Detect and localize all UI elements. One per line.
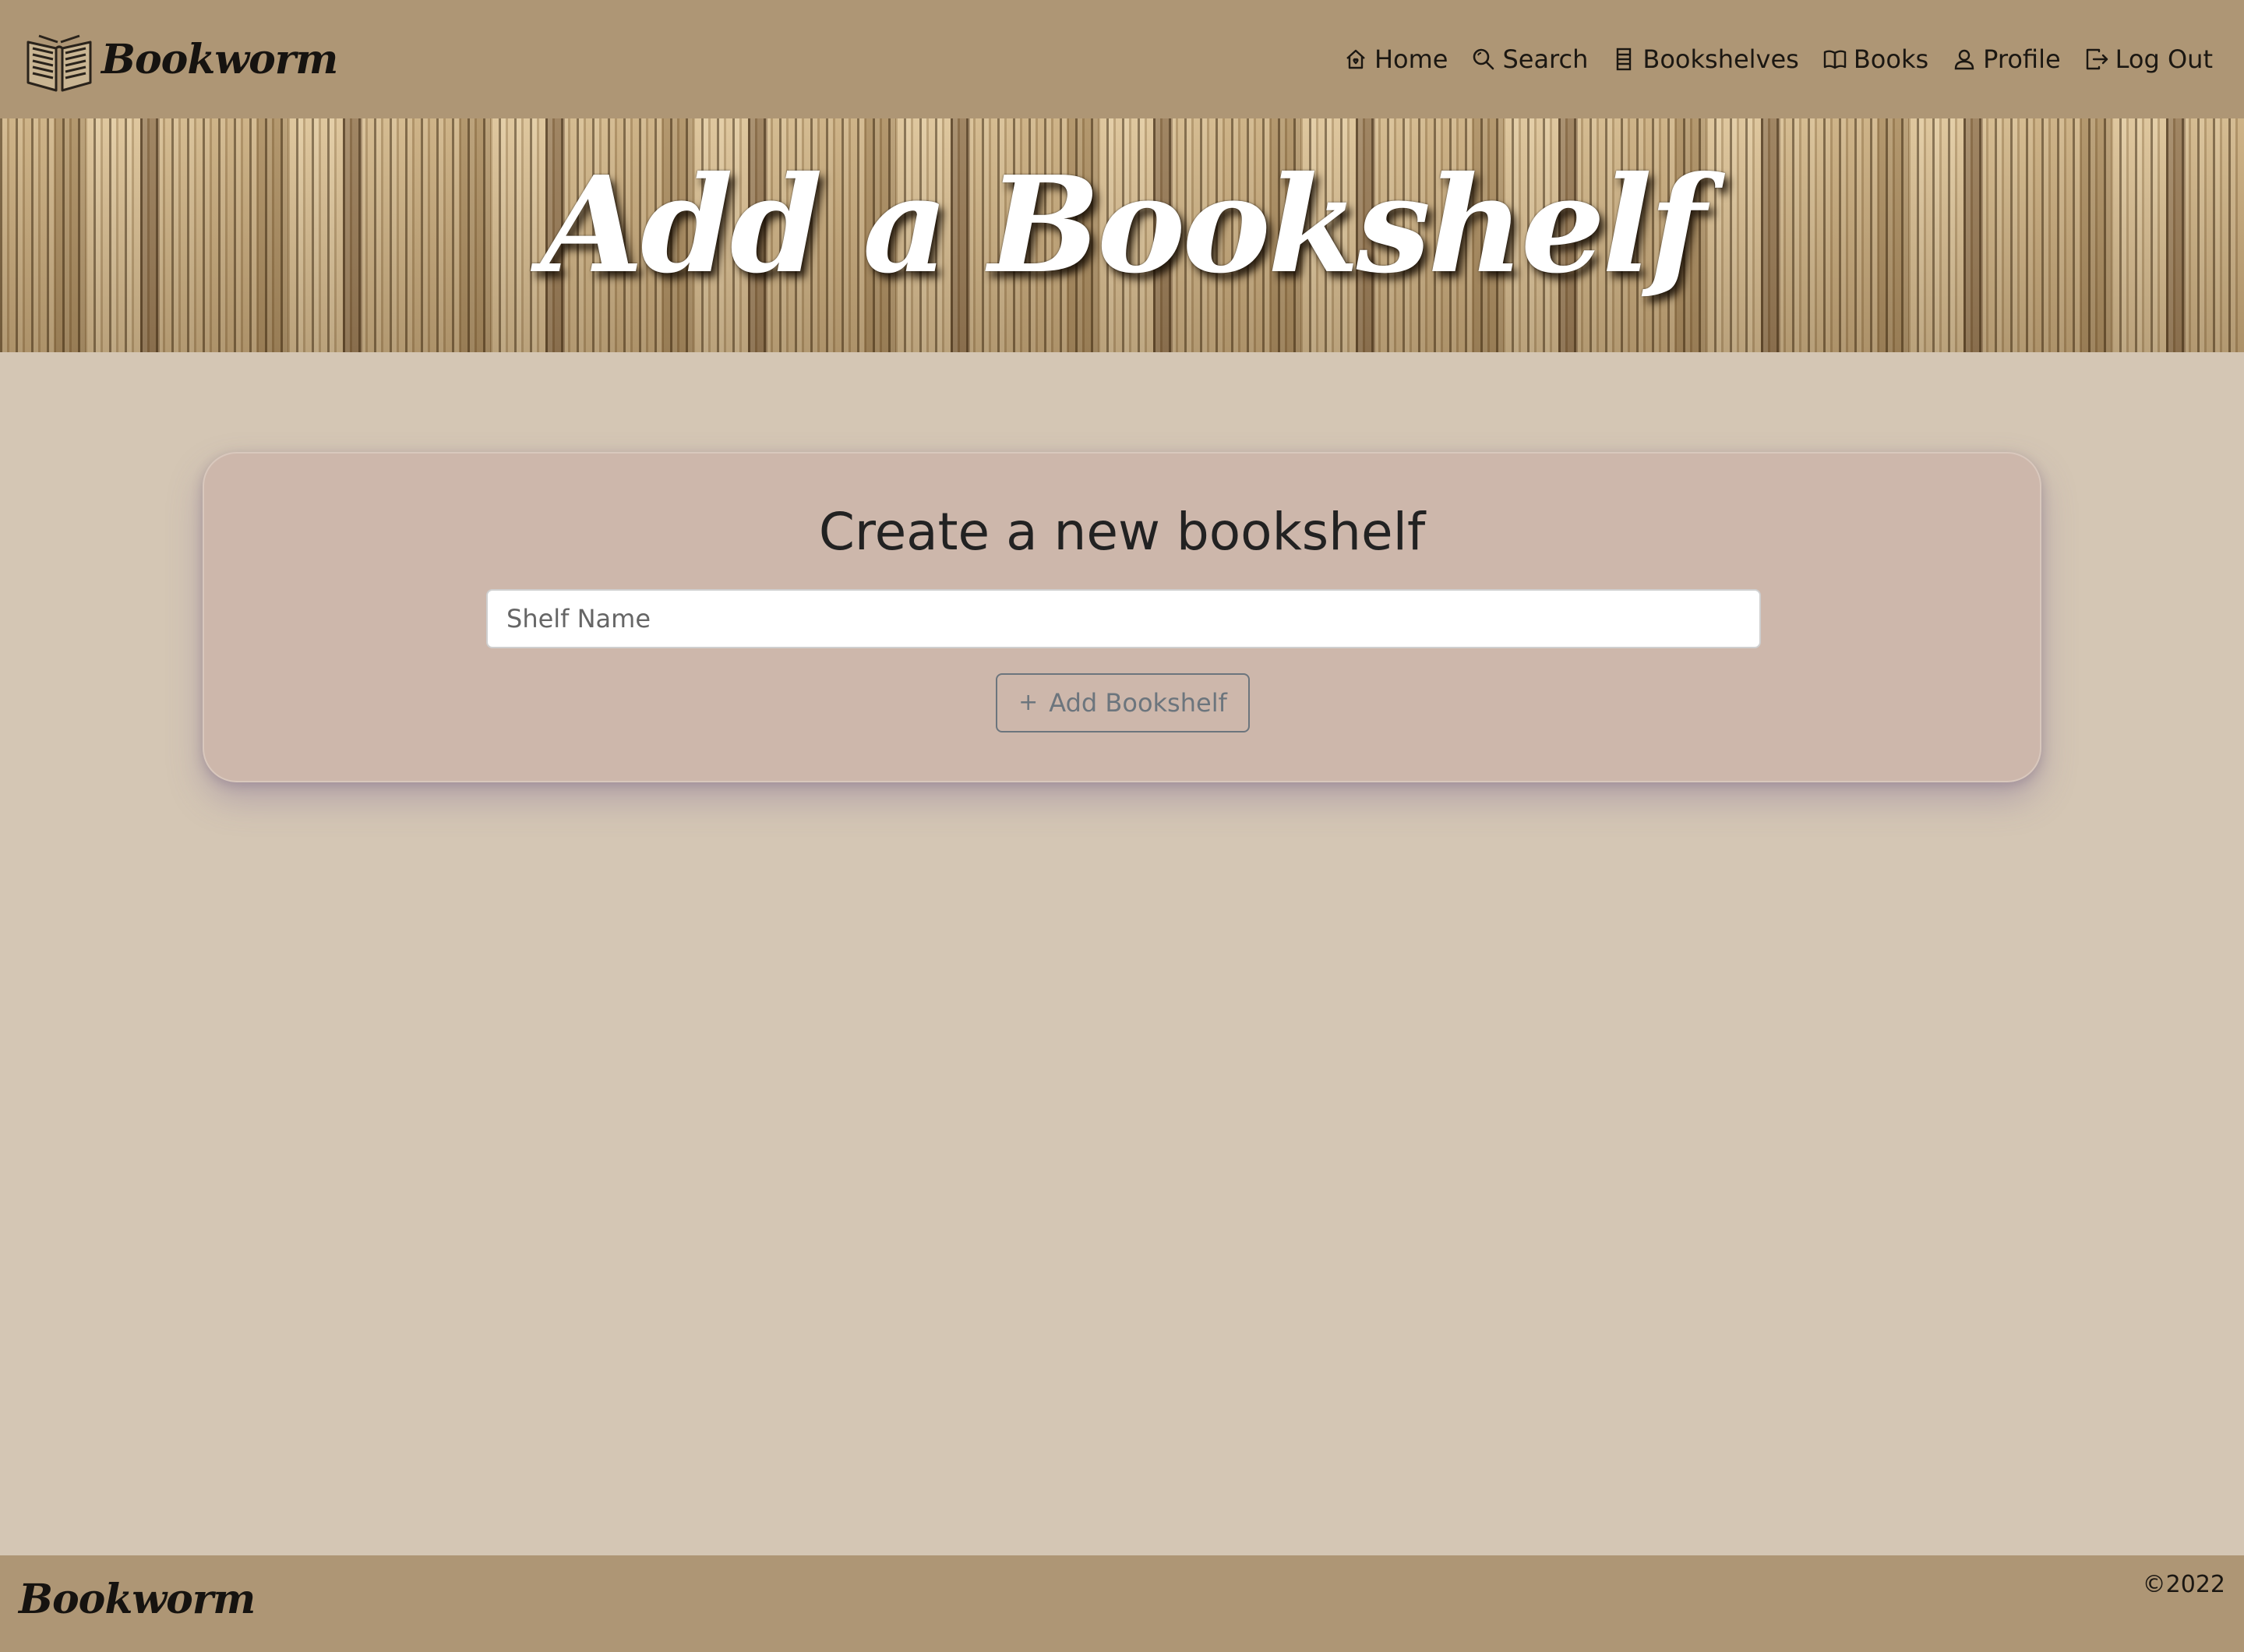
- plus-icon: +: [1018, 689, 1039, 716]
- brand-name: Bookworm: [101, 35, 338, 83]
- hero-banner: Add a Bookshelf: [0, 118, 2244, 352]
- nav-item-label: Books: [1853, 44, 1929, 74]
- book-icon: [1823, 50, 1847, 69]
- nav-item-label: Log Out: [2115, 44, 2213, 74]
- page-title: Add a Bookshelf: [541, 147, 1706, 303]
- nav-item-label: Home: [1374, 44, 1448, 74]
- nav-item-profile[interactable]: Profile: [1952, 44, 2061, 74]
- page: Bookworm Home Search Bookshelves Books P…: [0, 0, 2244, 1652]
- profile-icon: [1954, 49, 1974, 70]
- nav-item-books[interactable]: Books: [1822, 44, 1928, 74]
- add-bookshelf-label: Add Bookshelf: [1049, 688, 1227, 718]
- open-book-logo-icon: [26, 34, 92, 92]
- logout-icon: [2086, 48, 2108, 70]
- nav-item-search[interactable]: Search: [1471, 44, 1588, 74]
- add-bookshelf-card: Create a new bookshelf + Add Bookshelf: [203, 452, 2041, 782]
- search-icon: [1473, 48, 1494, 70]
- footer: Bookworm ©2022: [0, 1555, 2244, 1652]
- copyright-text: ©2022: [2142, 1571, 2225, 1598]
- bookshelves-icon: [1617, 48, 1632, 71]
- navbar: Bookworm Home Search Bookshelves Books P…: [0, 0, 2244, 118]
- add-bookshelf-button[interactable]: + Add Bookshelf: [996, 673, 1250, 732]
- nav-item-logout[interactable]: Log Out: [2084, 44, 2213, 74]
- nav-item-bookshelves[interactable]: Bookshelves: [1611, 44, 1799, 74]
- home-icon: [1346, 49, 1365, 69]
- shelf-name-input[interactable]: [486, 589, 1761, 648]
- footer-brand: Bookworm: [19, 1576, 256, 1623]
- nav-item-label: Profile: [1983, 44, 2061, 74]
- brand-link[interactable]: Bookworm: [22, 25, 338, 94]
- nav-item-label: Bookshelves: [1642, 44, 1799, 74]
- main-nav: Home Search Bookshelves Books Profile Lo…: [1343, 44, 2213, 74]
- nav-item-home[interactable]: Home: [1343, 44, 1448, 74]
- nav-item-label: Search: [1502, 44, 1589, 74]
- form-heading: Create a new bookshelf: [818, 502, 1426, 562]
